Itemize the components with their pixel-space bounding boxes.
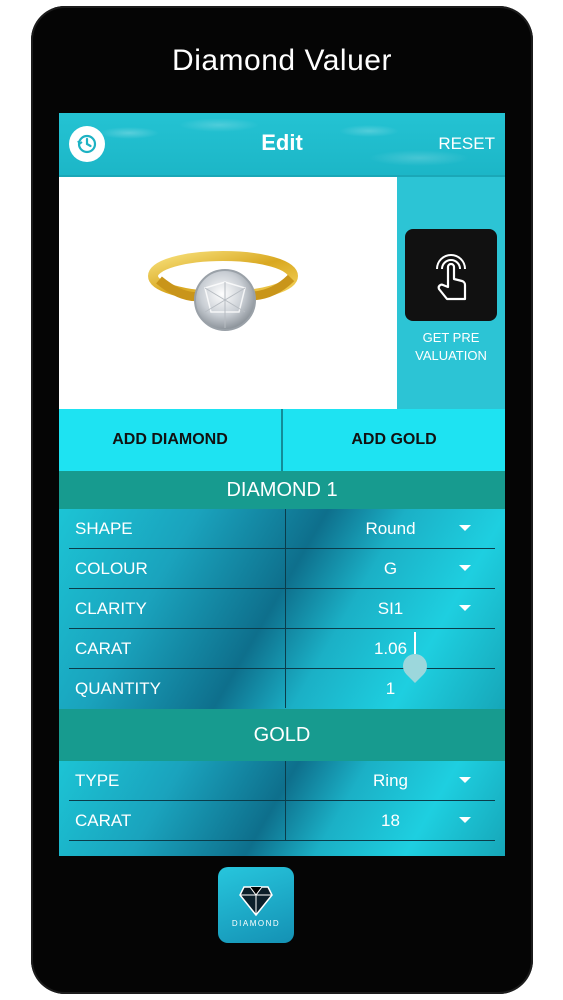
diamond-rows: SHAPE Round COLOUR G CLARITY SI1 CARAT 1… <box>59 509 505 709</box>
add-diamond-button[interactable]: ADD DIAMOND <box>59 409 281 471</box>
diamond-icon <box>239 885 273 916</box>
gold-heading: GOLD <box>59 709 505 761</box>
clarity-label: CLARITY <box>69 589 286 628</box>
ring-photo[interactable] <box>59 177 397 409</box>
add-gold-button[interactable]: ADD GOLD <box>281 409 505 471</box>
shape-label: SHAPE <box>69 509 286 548</box>
chevron-down-icon[interactable] <box>459 565 471 571</box>
gold-rows: TYPE Ring CARAT 18 <box>59 761 505 856</box>
reset-button[interactable]: RESET <box>438 134 495 154</box>
app-screen: Edit RESET GET PRE VALUATION ADD DIAMOND… <box>59 113 505 856</box>
quantity-row[interactable]: QUANTITY 1 <box>69 669 495 708</box>
carat-label: CARAT <box>69 629 286 668</box>
pre-valuation-panel: GET PRE VALUATION <box>397 177 505 409</box>
diamond-app-icon[interactable]: DIAMOND <box>218 867 294 943</box>
colour-row[interactable]: COLOUR G <box>69 549 495 589</box>
top-bar: Edit RESET <box>59 113 505 175</box>
chevron-down-icon[interactable] <box>459 605 471 611</box>
get-pre-valuation-button[interactable] <box>405 229 497 321</box>
colour-label: COLOUR <box>69 549 286 588</box>
ring-image <box>148 251 298 331</box>
gold-carat-label: CARAT <box>69 801 286 840</box>
chevron-down-icon[interactable] <box>459 525 471 531</box>
text-cursor <box>414 632 416 654</box>
gold-carat-row[interactable]: CARAT 18 <box>69 801 495 841</box>
gold-type-row[interactable]: TYPE Ring <box>69 761 495 801</box>
pre-valuation-label[interactable]: GET PRE VALUATION <box>397 329 505 365</box>
app-icon-label: DIAMOND <box>231 918 281 928</box>
phone-frame: Diamond Valuer Edit RESET GET PRE VALUAT… <box>31 6 533 994</box>
carat-input[interactable]: 1.06 <box>286 639 495 659</box>
chevron-down-icon[interactable] <box>459 817 471 823</box>
add-actions: ADD DIAMOND ADD GOLD <box>59 409 505 471</box>
shape-row[interactable]: SHAPE Round <box>69 509 495 549</box>
gold-type-label: TYPE <box>69 761 286 800</box>
quantity-label: QUANTITY <box>69 669 286 708</box>
app-title: Diamond Valuer <box>172 44 392 77</box>
diamond-heading: DIAMOND 1 <box>59 471 505 509</box>
clarity-row[interactable]: CLARITY SI1 <box>69 589 495 629</box>
quantity-input[interactable]: 1 <box>286 679 495 699</box>
carat-row[interactable]: CARAT 1.06 <box>69 629 495 683</box>
chevron-down-icon[interactable] <box>459 777 471 783</box>
touch-icon <box>436 254 467 301</box>
